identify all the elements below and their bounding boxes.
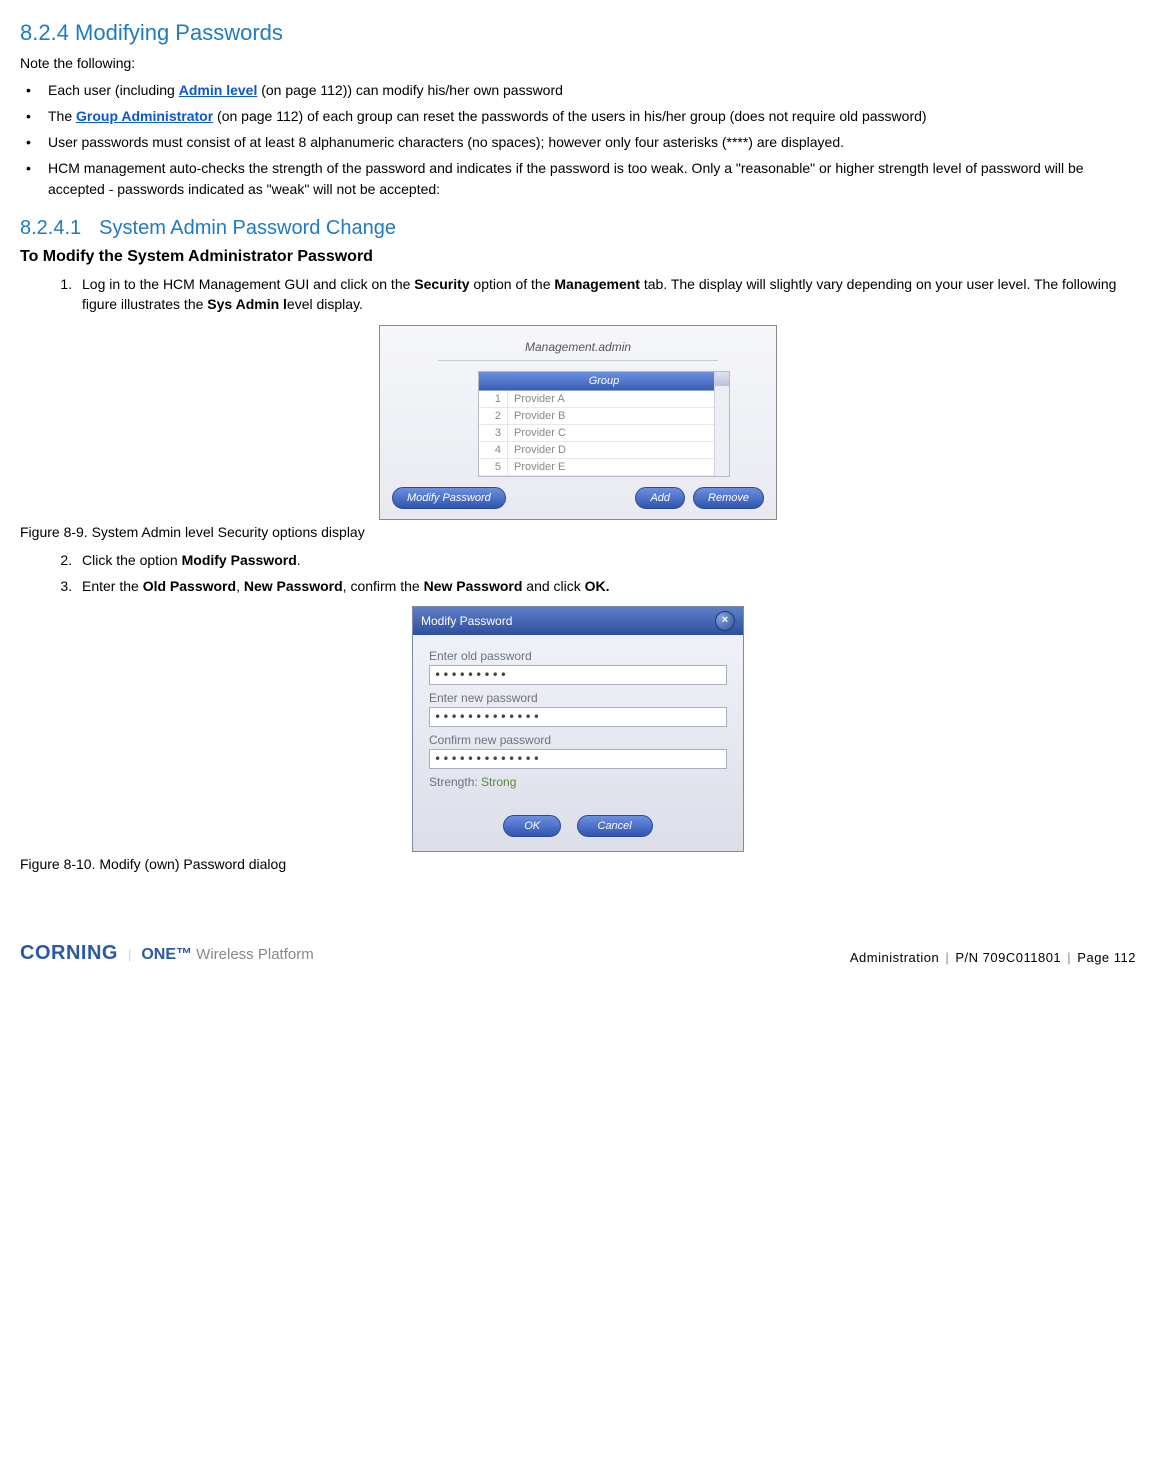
- confirm-password-input[interactable]: •••••••••••••: [429, 749, 727, 769]
- new-password-input[interactable]: •••••••••••••: [429, 707, 727, 727]
- strength-indicator: Strength: Strong: [429, 775, 727, 789]
- text: Enter the: [82, 578, 143, 594]
- text: Log in to the HCM Management GUI and cli…: [82, 276, 414, 292]
- modify-password-dialog: Modify Password × Enter old password •••…: [412, 606, 744, 852]
- footer-page: Page 112: [1077, 950, 1136, 965]
- procedure-steps: Log in to the HCM Management GUI and cli…: [20, 274, 1136, 315]
- text: Management: [554, 276, 640, 292]
- text: New Password: [424, 578, 523, 594]
- section-heading: 8.2.4 Modifying Passwords: [20, 20, 1136, 46]
- cancel-button[interactable]: Cancel: [577, 815, 653, 837]
- dialog-title: Modify Password: [421, 614, 512, 628]
- footer-section: Administration: [850, 950, 939, 965]
- text: The: [48, 108, 76, 124]
- new-password-label: Enter new password: [429, 691, 727, 705]
- text: , confirm the: [343, 578, 424, 594]
- remove-button[interactable]: Remove: [693, 487, 764, 509]
- text: ,: [236, 578, 244, 594]
- row-text: Provider E: [508, 459, 729, 475]
- link-group-admin[interactable]: Group Administrator: [76, 108, 213, 124]
- row-text: Provider C: [508, 425, 729, 441]
- brand-logo: CORNING: [20, 942, 118, 965]
- link-admin-level[interactable]: Admin level: [179, 82, 258, 98]
- list-item: Log in to the HCM Management GUI and cli…: [76, 274, 1136, 315]
- product-subtitle: Wireless Platform: [192, 946, 314, 963]
- procedure-title: To Modify the System Administrator Passw…: [20, 248, 1136, 266]
- text: Modify Password: [182, 552, 297, 568]
- text: Click the option: [82, 552, 182, 568]
- list-item: HCM management auto-checks the strength …: [20, 158, 1136, 199]
- trademark: ™: [176, 946, 192, 963]
- text: Sys Admin l: [207, 296, 287, 312]
- row-number: 2: [479, 408, 508, 424]
- product-name: ONE: [141, 946, 176, 963]
- notes-list: Each user (including Admin level (on pag…: [20, 80, 1136, 199]
- list-item: Each user (including Admin level (on pag…: [20, 80, 1136, 100]
- text: evel display.: [287, 296, 363, 312]
- table-row[interactable]: 2Provider B: [479, 408, 729, 425]
- text: Each user (including: [48, 82, 179, 98]
- text: (on page 112) of each group can reset th…: [213, 108, 926, 124]
- list-item: The Group Administrator (on page 112) of…: [20, 106, 1136, 126]
- text: New Password: [244, 578, 343, 594]
- strength-value: Strong: [481, 775, 516, 789]
- strength-label: Strength:: [429, 775, 481, 789]
- intro-text: Note the following:: [20, 54, 1136, 74]
- page-footer: CORNING | ONE™ Wireless Platform Adminis…: [20, 942, 1136, 965]
- text: OK.: [585, 578, 610, 594]
- row-text: Provider B: [508, 408, 729, 424]
- text: option of the: [470, 276, 555, 292]
- row-text: Provider A: [508, 391, 729, 407]
- modify-password-button[interactable]: Modify Password: [392, 487, 506, 509]
- security-panel-screenshot: Management.admin Group 1Provider A 2Prov…: [379, 325, 777, 520]
- add-button[interactable]: Add: [635, 487, 685, 509]
- procedure-steps-cont: Click the option Modify Password. Enter …: [20, 550, 1136, 597]
- subsection-title: System Admin Password Change: [99, 217, 396, 239]
- row-number: 4: [479, 442, 508, 458]
- figure-caption: Figure 8-10. Modify (own) Password dialo…: [20, 856, 1136, 872]
- table-row[interactable]: 4Provider D: [479, 442, 729, 459]
- list-item: User passwords must consist of at least …: [20, 132, 1136, 152]
- row-number: 1: [479, 391, 508, 407]
- text: Old Password: [143, 578, 236, 594]
- close-icon[interactable]: ×: [715, 611, 735, 631]
- row-number: 3: [479, 425, 508, 441]
- old-password-label: Enter old password: [429, 649, 727, 663]
- table-row[interactable]: 3Provider C: [479, 425, 729, 442]
- table-row[interactable]: 1Provider A: [479, 391, 729, 408]
- confirm-password-label: Confirm new password: [429, 733, 727, 747]
- figure-caption: Figure 8-9. System Admin level Security …: [20, 524, 1136, 540]
- list-item: Enter the Old Password, New Password, co…: [76, 576, 1136, 596]
- subsection-number: 8.2.4.1: [20, 217, 81, 239]
- list-item: Click the option Modify Password.: [76, 550, 1136, 570]
- table-row[interactable]: 5Provider E: [479, 459, 729, 476]
- row-number: 5: [479, 459, 508, 475]
- group-list: Group 1Provider A 2Provider B 3Provider …: [478, 371, 730, 477]
- text: .: [297, 552, 301, 568]
- footer-pn: P/N 709C011801: [955, 950, 1061, 965]
- panel-title: Management.admin: [438, 340, 718, 361]
- row-text: Provider D: [508, 442, 729, 458]
- subsection-heading: 8.2.4.1 System Admin Password Change: [20, 217, 1136, 240]
- text: and click: [522, 578, 584, 594]
- group-header: Group: [479, 372, 729, 391]
- scrollbar[interactable]: [714, 372, 729, 476]
- ok-button[interactable]: OK: [503, 815, 561, 837]
- text: (on page 112)) can modify his/her own pa…: [257, 82, 563, 98]
- old-password-input[interactable]: •••••••••: [429, 665, 727, 685]
- text: Security: [414, 276, 469, 292]
